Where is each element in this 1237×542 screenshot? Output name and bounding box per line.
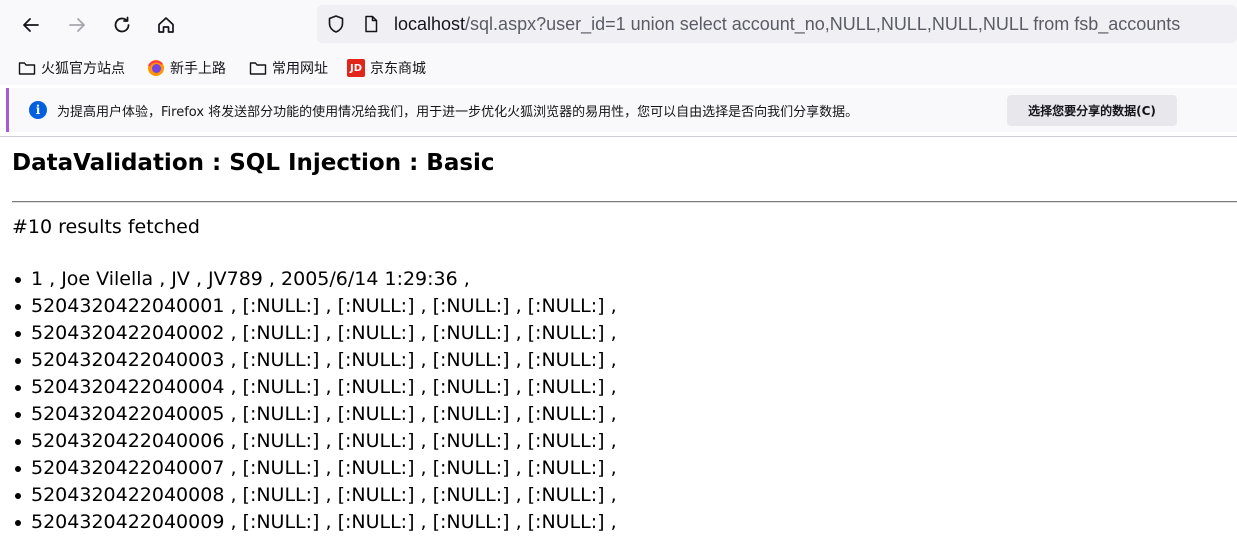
folder-icon [249, 59, 267, 77]
home-icon [158, 17, 174, 33]
forward-button[interactable] [60, 8, 94, 42]
url-host: localhost [394, 14, 466, 34]
list-item: 5204320422040001 , [:NULL:] , [:NULL:] ,… [12, 294, 617, 321]
bookmarks-bar: 火狐官方站点 新手上路 常用网址 JD 京东商城 [0, 50, 1237, 85]
bookmark-label: 火狐官方站点 [41, 61, 125, 77]
page-icon[interactable] [362, 15, 380, 37]
firefox-icon [147, 59, 165, 77]
bookmark-label: 新手上路 [170, 61, 226, 77]
reload-button[interactable] [105, 8, 139, 42]
list-item: 5204320422040009 , [:NULL:] , [:NULL:] ,… [12, 510, 617, 537]
jd-icon: JD [347, 59, 365, 77]
page-title: DataValidation : SQL Injection : Basic [12, 150, 495, 176]
list-item: 5204320422040002 , [:NULL:] , [:NULL:] ,… [12, 321, 617, 348]
bookmark-common-sites[interactable]: 常用网址 [249, 57, 328, 79]
shield-icon[interactable] [326, 14, 346, 38]
bookmark-label: 常用网址 [272, 61, 328, 77]
folder-icon [18, 59, 36, 77]
page-content: DataValidation : SQL Injection : Basic #… [0, 137, 1237, 542]
choose-data-button[interactable]: 选择您要分享的数据(C) [1007, 95, 1177, 126]
info-icon: i [29, 101, 47, 119]
data-sharing-notification: i 为提高用户体验，Firefox 将发送部分功能的使用情况给我们，用于进一步优… [6, 88, 1237, 132]
bookmark-firefox-official[interactable]: 火狐官方站点 [18, 57, 125, 79]
url-bar[interactable]: localhost/sql.aspx?user_id=1 union selec… [317, 5, 1237, 43]
bookmark-jd-mall[interactable]: JD 京东商城 [347, 57, 426, 79]
notification-message: 为提高用户体验，Firefox 将发送部分功能的使用情况给我们，用于进一步优化火… [57, 105, 859, 120]
list-item: 5204320422040003 , [:NULL:] , [:NULL:] ,… [12, 348, 617, 375]
bookmark-getting-started[interactable]: 新手上路 [147, 57, 226, 79]
results-summary: #10 results fetched [12, 216, 200, 238]
arrow-left-icon [23, 18, 39, 32]
list-item: 5204320422040006 , [:NULL:] , [:NULL:] ,… [12, 429, 617, 456]
browser-toolbar: localhost/sql.aspx?user_id=1 union selec… [0, 0, 1237, 50]
list-item: 1 , Joe Vilella , JV , JV789 , 2005/6/14… [12, 267, 617, 294]
list-item: 5204320422040004 , [:NULL:] , [:NULL:] ,… [12, 375, 617, 402]
back-button[interactable] [14, 8, 48, 42]
url-path: /sql.aspx?user_id=1 union select account… [465, 14, 1181, 34]
list-item: 5204320422040008 , [:NULL:] , [:NULL:] ,… [12, 483, 617, 510]
bookmark-label: 京东商城 [370, 61, 426, 77]
results-list: 1 , Joe Vilella , JV , JV789 , 2005/6/14… [12, 267, 617, 537]
list-item: 5204320422040007 , [:NULL:] , [:NULL:] ,… [12, 456, 617, 483]
url-text[interactable]: localhost/sql.aspx?user_id=1 union selec… [394, 13, 1180, 35]
reload-icon [114, 16, 130, 33]
home-button[interactable] [149, 8, 183, 42]
list-item: 5204320422040005 , [:NULL:] , [:NULL:] ,… [12, 402, 617, 429]
horizontal-rule [12, 201, 1237, 203]
arrow-right-icon [69, 18, 85, 32]
